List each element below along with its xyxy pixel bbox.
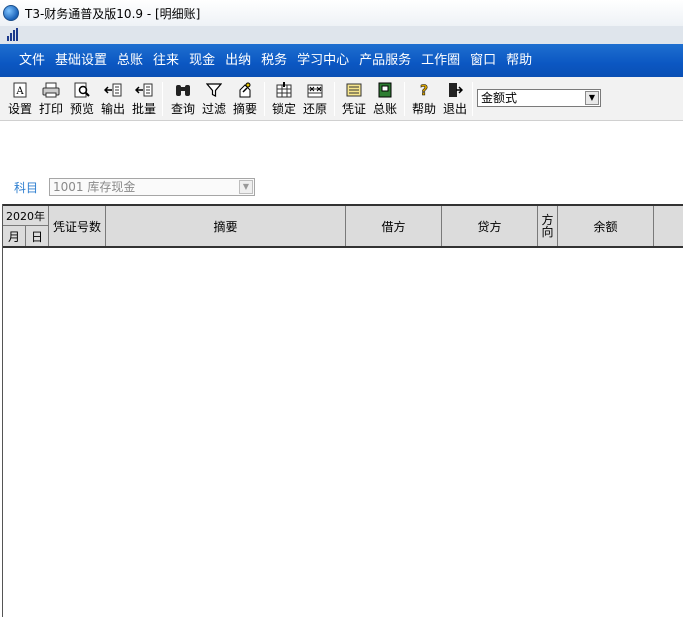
header-direction-line2: 向 (541, 225, 554, 239)
grid-body[interactable] (3, 248, 683, 617)
header-month: 月 (3, 226, 26, 246)
header-day: 日 (26, 226, 49, 246)
window-title: T3-财务通普及版10.9 - [明细账] (25, 6, 201, 21)
menu-tax[interactable]: 税务 (256, 44, 292, 77)
preview-button[interactable]: 预览 (68, 79, 96, 119)
signal-bars-icon[interactable] (7, 28, 21, 41)
menu-general-ledger[interactable]: 总账 (112, 44, 148, 77)
header-voucher-no: 凭证号数 (49, 206, 106, 246)
title-bar: T3-财务通普及版10.9 - [明细账] (0, 0, 683, 26)
menu-file[interactable]: 文件 (14, 44, 50, 77)
menu-bar: 文件 基础设置 总账 往来 现金 出纳 税务 学习中心 产品服务 工作圈 窗口 … (0, 44, 683, 77)
svg-text:A: A (15, 86, 24, 97)
menu-basic-settings[interactable]: 基础设置 (50, 44, 112, 77)
settings-button[interactable]: A 设置 (6, 79, 34, 119)
preview-icon (73, 81, 91, 99)
voucher-button[interactable]: 凭证 (340, 79, 368, 119)
help-button[interactable]: ? 帮助 (410, 79, 438, 119)
subject-select-value: 1001 库存现金 (53, 180, 136, 194)
header-direction: 方 向 (538, 206, 558, 246)
menu-window[interactable]: 窗口 (465, 44, 501, 77)
export-button[interactable]: 输出 (99, 79, 127, 119)
filter-button[interactable]: 过滤 (200, 79, 228, 119)
menu-accounts[interactable]: 往来 (148, 44, 184, 77)
svg-text:?: ? (420, 83, 428, 98)
restore-button[interactable]: 还原 (301, 79, 329, 119)
header-balance: 余额 (558, 206, 654, 246)
header-extra (654, 206, 683, 246)
subject-select[interactable]: 1001 库存现金 ▼ (49, 178, 255, 196)
toolbar: A 设置 打印 预览 输出 批量 查询 过滤 摘要 锁定 还原 凭证 总账 ? … (0, 77, 683, 121)
binoculars-icon (174, 81, 192, 99)
menu-learning-center[interactable]: 学习中心 (292, 44, 354, 77)
summary-icon (236, 81, 254, 99)
chevron-down-icon[interactable]: ▼ (239, 180, 253, 194)
print-button[interactable]: 打印 (37, 79, 65, 119)
exit-button[interactable]: 退出 (441, 79, 469, 119)
batch-icon (135, 81, 153, 99)
header-summary: 摘要 (106, 206, 346, 246)
batch-button[interactable]: 批量 (130, 79, 158, 119)
ledger-grid: 2020年 月 日 凭证号数 摘要 借方 贷方 方 向 余额 (2, 204, 683, 617)
exit-icon (446, 81, 464, 99)
ledger-button[interactable]: 总账 (371, 79, 399, 119)
settings-doc-icon: A (11, 81, 29, 99)
summary-button[interactable]: 摘要 (231, 79, 259, 119)
format-select[interactable]: 金额式 ▼ (477, 89, 601, 107)
grid-header: 2020年 月 日 凭证号数 摘要 借方 贷方 方 向 余额 (3, 204, 683, 248)
menu-help[interactable]: 帮助 (501, 44, 537, 77)
chevron-down-icon[interactable]: ▼ (585, 91, 599, 105)
menu-product-services[interactable]: 产品服务 (354, 44, 416, 77)
app-logo-icon (3, 5, 19, 21)
header-debit: 借方 (346, 206, 442, 246)
lock-column-icon (275, 81, 293, 99)
query-button[interactable]: 查询 (169, 79, 197, 119)
subject-label: 科目 (14, 181, 39, 195)
restore-icon (306, 81, 324, 99)
system-strip (0, 26, 683, 44)
filter-icon (205, 81, 223, 99)
help-icon: ? (415, 81, 433, 99)
menu-work-circle[interactable]: 工作圈 (416, 44, 465, 77)
format-select-value: 金额式 (481, 91, 518, 105)
export-icon (104, 81, 122, 99)
header-credit: 贷方 (442, 206, 538, 246)
header-year: 2020年 (3, 206, 49, 226)
lock-button[interactable]: 锁定 (270, 79, 298, 119)
voucher-icon (345, 81, 363, 99)
printer-icon (42, 81, 60, 99)
menu-cashier[interactable]: 出纳 (220, 44, 256, 77)
ledger-book-icon (376, 81, 394, 99)
menu-cash[interactable]: 现金 (184, 44, 220, 77)
